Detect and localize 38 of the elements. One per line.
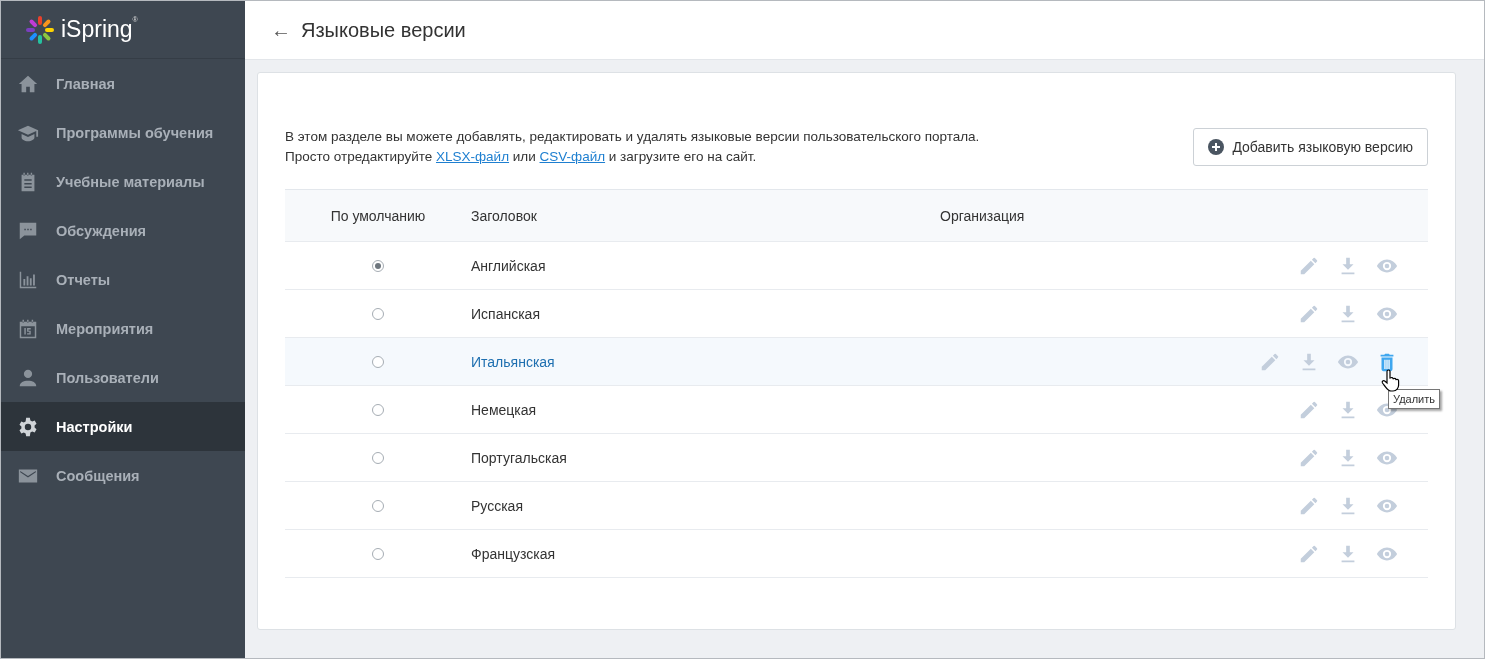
tooltip: Удалить xyxy=(1388,388,1440,409)
calendar-icon xyxy=(17,317,39,340)
sidebar-item[interactable]: Главная xyxy=(1,59,245,108)
sidebar-item[interactable]: Обсуждения xyxy=(1,206,245,255)
settings-icon xyxy=(17,415,39,438)
language-title[interactable]: Русская xyxy=(471,497,940,514)
sidebar-item[interactable]: Отчеты xyxy=(1,255,245,304)
page-title: Языковые версии xyxy=(301,18,466,42)
column-header: Организация xyxy=(940,207,1025,224)
csv-file-link[interactable]: CSV-файл xyxy=(539,149,606,164)
default-radio[interactable] xyxy=(372,259,384,272)
default-radio[interactable] xyxy=(372,307,384,320)
plus-circle-icon xyxy=(1208,139,1225,155)
back-button[interactable]: ← xyxy=(271,18,301,42)
sidebar-item[interactable]: Мероприятия xyxy=(1,304,245,353)
default-radio[interactable] xyxy=(372,403,384,416)
xlsx-file-link[interactable]: XLSX-файл xyxy=(436,149,510,164)
language-title[interactable]: Французская xyxy=(471,545,940,562)
add-language-button[interactable]: Добавить языковую версию xyxy=(1193,128,1428,166)
description-text: В этом разделе вы можете добавлять, редактировать и удалять языковые версии пользовательского портала. Просто отредактируйте XLSX-файл или CSV-файл и загрузите его на сайт. xyxy=(285,128,980,166)
column-header: Заголовок xyxy=(471,207,538,224)
language-title[interactable]: Итальянская xyxy=(471,353,940,370)
default-radio[interactable] xyxy=(372,547,384,560)
sidebar-item[interactable]: Настройки xyxy=(1,402,245,451)
sidebar-item[interactable]: Программы обучения xyxy=(1,108,245,157)
sidebar-item[interactable]: Учебные материалы xyxy=(1,157,245,206)
default-radio[interactable] xyxy=(372,499,384,512)
logo-icon xyxy=(25,14,55,45)
default-radio[interactable] xyxy=(372,355,384,368)
logo-text: iSpring xyxy=(61,16,133,43)
language-title[interactable]: Английская xyxy=(471,257,940,274)
language-title[interactable]: Португальская xyxy=(471,449,940,466)
language-title[interactable]: Испанская xyxy=(471,305,940,322)
default-radio[interactable] xyxy=(372,451,384,464)
sidebar-item[interactable]: Сообщения xyxy=(1,451,245,500)
column-header: По умолчанию xyxy=(329,207,427,224)
sidebar-item[interactable]: Пользователи xyxy=(1,353,245,402)
language-title[interactable]: Немецкая xyxy=(471,401,940,418)
